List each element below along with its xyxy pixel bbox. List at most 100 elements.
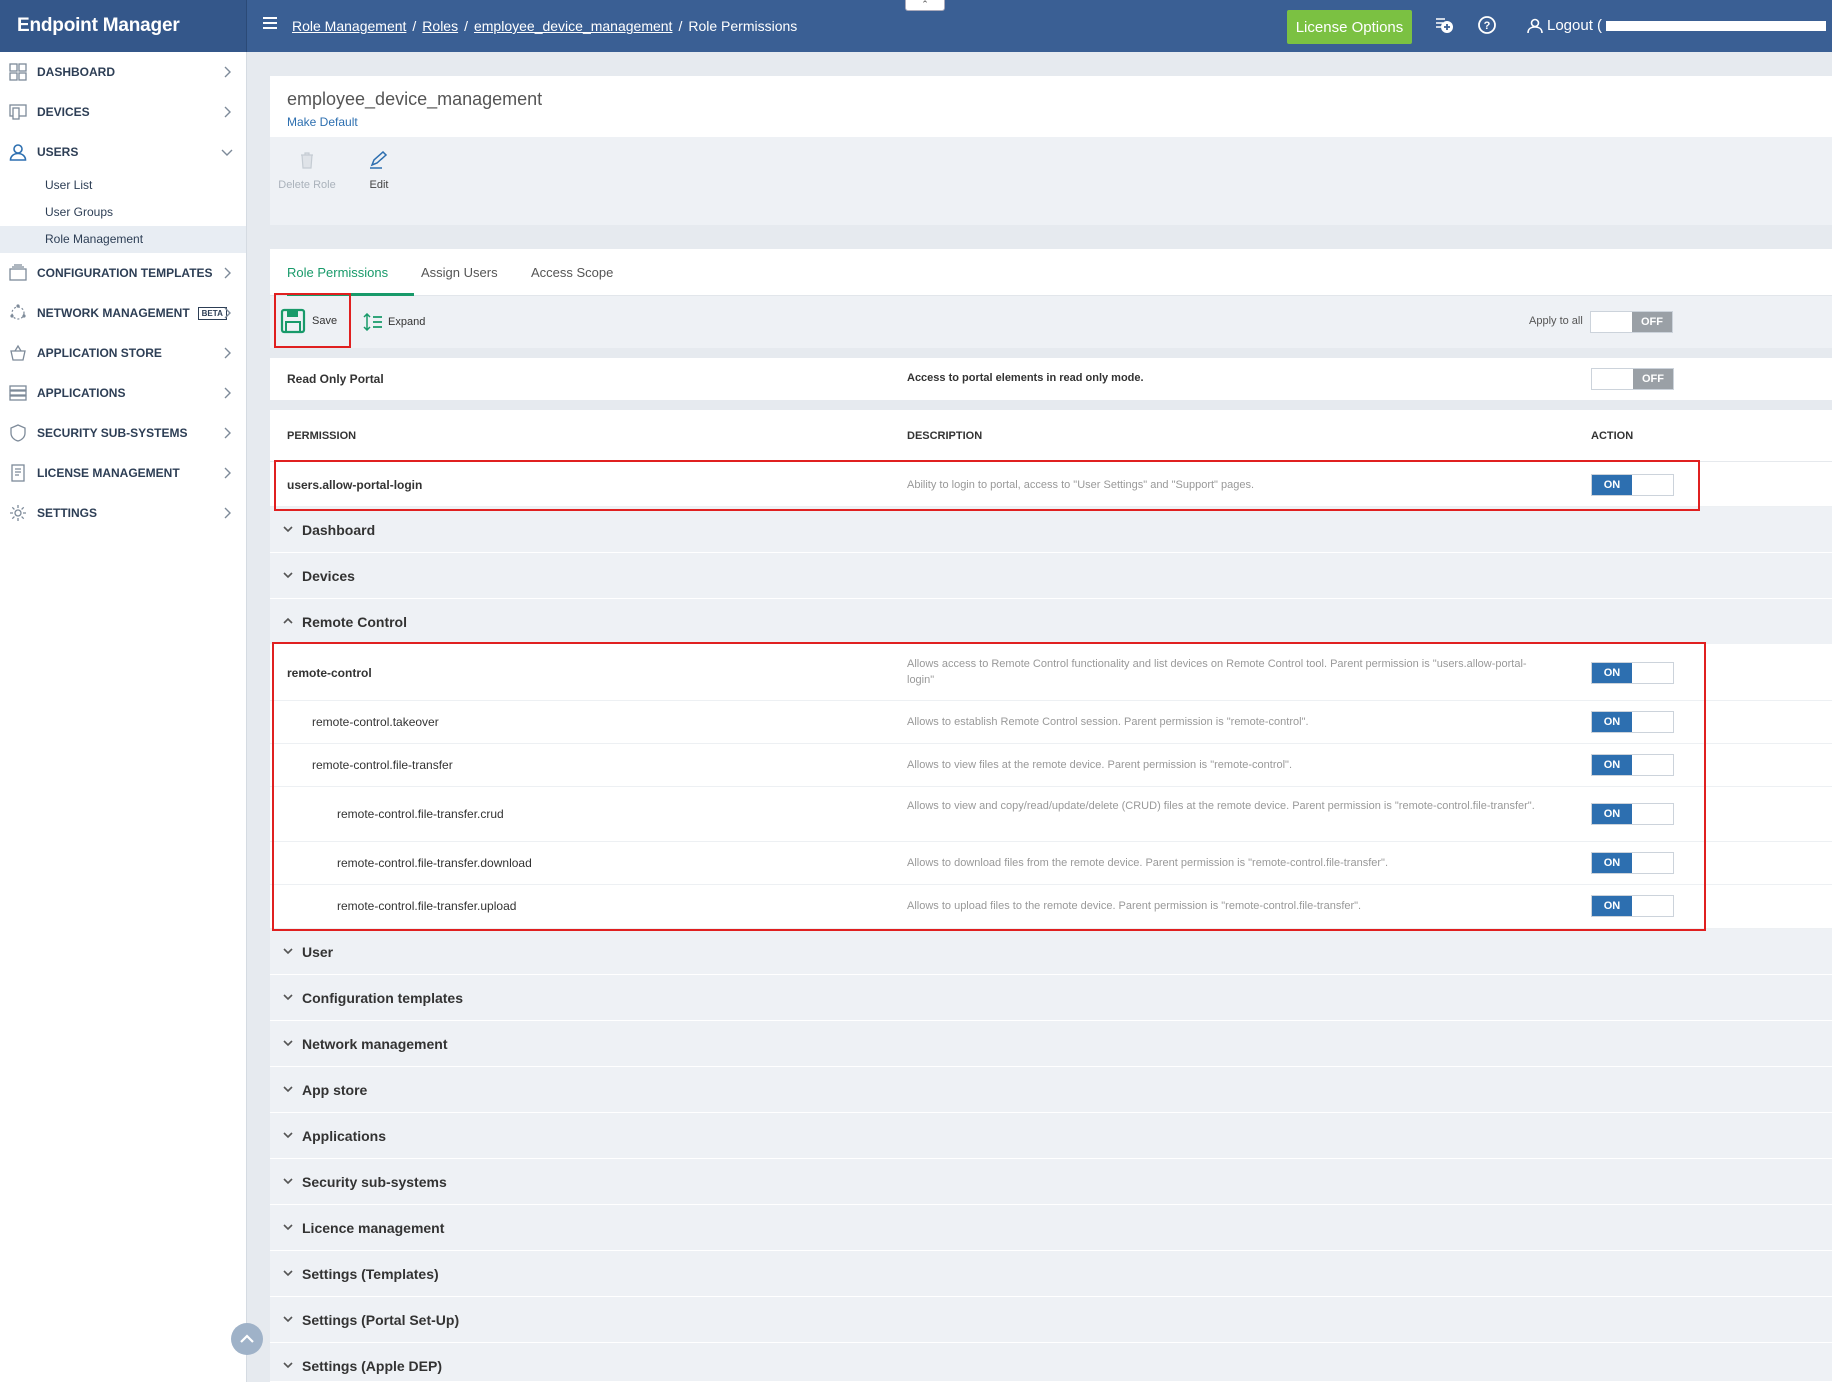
user-icon bbox=[8, 142, 28, 162]
edit-icon bbox=[370, 151, 388, 169]
redacted-username bbox=[1606, 21, 1827, 31]
chevron-down-icon bbox=[283, 1224, 293, 1231]
help-icon[interactable]: ? bbox=[1476, 14, 1498, 36]
logout-label: Logout ( bbox=[1547, 17, 1603, 34]
save-button[interactable]: Save bbox=[280, 308, 337, 334]
tab-bar: Role Permissions Assign Users Access Sco… bbox=[270, 249, 1832, 296]
tab-access-scope[interactable]: Access Scope bbox=[531, 249, 613, 296]
sidebar-subitem-role-management[interactable]: Role Management bbox=[0, 226, 246, 253]
permission-toggle[interactable]: ON bbox=[1591, 754, 1674, 776]
group-row-configuration-templates[interactable]: Configuration templates bbox=[270, 975, 1832, 1021]
dashboard-icon bbox=[8, 62, 28, 82]
sidebar-item-label: APPLICATION STORE bbox=[37, 346, 162, 360]
role-toolbar: Delete Role Edit bbox=[270, 137, 1832, 225]
sidebar-subitem-user-list[interactable]: User List bbox=[0, 172, 246, 199]
group-row-settings-templates[interactable]: Settings (Templates) bbox=[270, 1251, 1832, 1297]
permission-name: remote-control.file-transfer.upload bbox=[337, 899, 517, 913]
group-row-licence-management[interactable]: Licence management bbox=[270, 1205, 1832, 1251]
chevron-down-icon bbox=[283, 994, 293, 1001]
delete-role-button[interactable]: Delete Role bbox=[272, 151, 342, 191]
edit-button[interactable]: Edit bbox=[344, 151, 414, 191]
group-row-settings-apple-dep[interactable]: Settings (Apple DEP) bbox=[270, 1343, 1832, 1382]
permission-name: users.allow-portal-login bbox=[287, 478, 423, 492]
chevron-down-icon bbox=[283, 1316, 293, 1323]
chevron-down-icon bbox=[283, 526, 293, 533]
permission-toggle[interactable]: ON bbox=[1591, 895, 1674, 917]
permission-description: Allows to download files from the remote… bbox=[907, 857, 1389, 869]
gear-icon bbox=[8, 503, 28, 523]
breadcrumb-roles[interactable]: Roles bbox=[422, 18, 458, 34]
store-icon bbox=[8, 343, 28, 363]
applications-icon bbox=[8, 383, 28, 403]
tab-role-permissions[interactable]: Role Permissions bbox=[287, 249, 414, 296]
svg-text:?: ? bbox=[1484, 20, 1491, 32]
permission-name: remote-control.file-transfer bbox=[312, 758, 453, 772]
sidebar-item-devices[interactable]: DEVICES bbox=[0, 92, 246, 132]
sidebar-item-label: CONFIGURATION TEMPLATES bbox=[37, 266, 213, 280]
read-only-portal-toggle[interactable]: OFF bbox=[1591, 368, 1674, 390]
breadcrumb-role[interactable]: employee_device_management bbox=[474, 18, 672, 34]
breadcrumb-role-management[interactable]: Role Management bbox=[292, 18, 406, 34]
chevron-right-icon bbox=[224, 66, 231, 78]
apply-to-all-toggle[interactable]: OFF bbox=[1590, 311, 1673, 333]
sidebar-item-dashboard[interactable]: DASHBOARD bbox=[0, 52, 246, 92]
group-row-remote-control[interactable]: Remote Control bbox=[270, 599, 1832, 645]
group-row-network-management[interactable]: Network management bbox=[270, 1021, 1832, 1067]
sidebar-item-license-management[interactable]: LICENSE MANAGEMENT bbox=[0, 453, 246, 493]
sidebar-item-configuration-templates[interactable]: CONFIGURATION TEMPLATES bbox=[0, 253, 246, 293]
permission-toggle[interactable]: ON bbox=[1591, 474, 1674, 496]
templates-icon bbox=[8, 263, 28, 283]
column-header-action: ACTION bbox=[1591, 430, 1634, 442]
group-row-applications[interactable]: Applications bbox=[270, 1113, 1832, 1159]
license-options-button[interactable]: License Options bbox=[1287, 10, 1412, 44]
column-header-description: DESCRIPTION bbox=[907, 430, 983, 442]
tab-assign-users[interactable]: Assign Users bbox=[421, 249, 498, 296]
make-default-link[interactable]: Make Default bbox=[287, 115, 358, 129]
expand-button[interactable]: Expand bbox=[363, 313, 425, 331]
permission-toggle[interactable]: ON bbox=[1591, 803, 1674, 825]
sidebar-item-network-management[interactable]: NETWORK MANAGEMENT BETA bbox=[0, 293, 246, 333]
sidebar-subitem-user-groups[interactable]: User Groups bbox=[0, 199, 246, 226]
sidebar-item-settings[interactable]: SETTINGS bbox=[0, 493, 246, 533]
scroll-to-top-button[interactable] bbox=[231, 1323, 263, 1355]
group-row-devices[interactable]: Devices bbox=[270, 553, 1832, 599]
chevron-right-icon bbox=[224, 347, 231, 359]
group-row-security-sub-systems[interactable]: Security sub-systems bbox=[270, 1159, 1832, 1205]
permissions-table-header: PERMISSION DESCRIPTION ACTION bbox=[270, 410, 1832, 462]
breadcrumb-current: Role Permissions bbox=[688, 18, 798, 34]
app-title[interactable]: Endpoint Manager bbox=[0, 0, 247, 52]
permission-toggle[interactable]: ON bbox=[1591, 662, 1674, 684]
add-circle-icon[interactable] bbox=[1433, 14, 1455, 36]
chevron-down-icon bbox=[283, 1362, 293, 1369]
sidebar-item-users[interactable]: USERS bbox=[0, 132, 246, 172]
chevron-right-icon bbox=[224, 507, 231, 519]
group-row-dashboard[interactable]: Dashboard bbox=[270, 507, 1832, 553]
permission-toggle[interactable]: ON bbox=[1591, 852, 1674, 874]
license-icon bbox=[8, 463, 28, 483]
hamburger-menu-icon[interactable] bbox=[263, 17, 277, 29]
sidebar-item-label: DEVICES bbox=[37, 105, 90, 119]
permission-description: Allows to establish Remote Control sessi… bbox=[907, 716, 1309, 728]
sidebar-item-applications[interactable]: APPLICATIONS bbox=[0, 373, 246, 413]
permission-description: Allows to view files at the remote devic… bbox=[907, 759, 1293, 771]
chevron-down-icon bbox=[283, 1086, 293, 1093]
chevron-down-icon bbox=[283, 1040, 293, 1047]
save-icon bbox=[280, 308, 306, 334]
sidebar-item-security-sub-systems[interactable]: SECURITY SUB-SYSTEMS bbox=[0, 413, 246, 453]
chevron-up-icon bbox=[240, 1334, 254, 1343]
logout-link[interactable]: Logout ( bbox=[1526, 0, 1827, 52]
sidebar-item-label: DASHBOARD bbox=[37, 65, 115, 79]
permission-description: Allows to view and copy/read/update/dele… bbox=[907, 800, 1535, 812]
column-header-permission: PERMISSION bbox=[287, 430, 357, 442]
sidebar-item-application-store[interactable]: APPLICATION STORE bbox=[0, 333, 246, 373]
table-row: remote-control Allows access to Remote C… bbox=[270, 645, 1832, 701]
permission-toggle[interactable]: ON bbox=[1591, 711, 1674, 733]
collapse-header-handle[interactable]: ⌃ bbox=[905, 0, 945, 11]
group-row-app-store[interactable]: App store bbox=[270, 1067, 1832, 1113]
group-row-user[interactable]: User bbox=[270, 929, 1832, 975]
group-row-settings-portal-setup[interactable]: Settings (Portal Set-Up) bbox=[270, 1297, 1832, 1343]
permissions-action-bar: Save Expand Apply to all OFF bbox=[270, 296, 1832, 348]
shield-icon bbox=[8, 423, 28, 443]
chevron-down-icon bbox=[283, 948, 293, 955]
table-row: remote-control.file-transfer Allows to v… bbox=[270, 744, 1832, 787]
